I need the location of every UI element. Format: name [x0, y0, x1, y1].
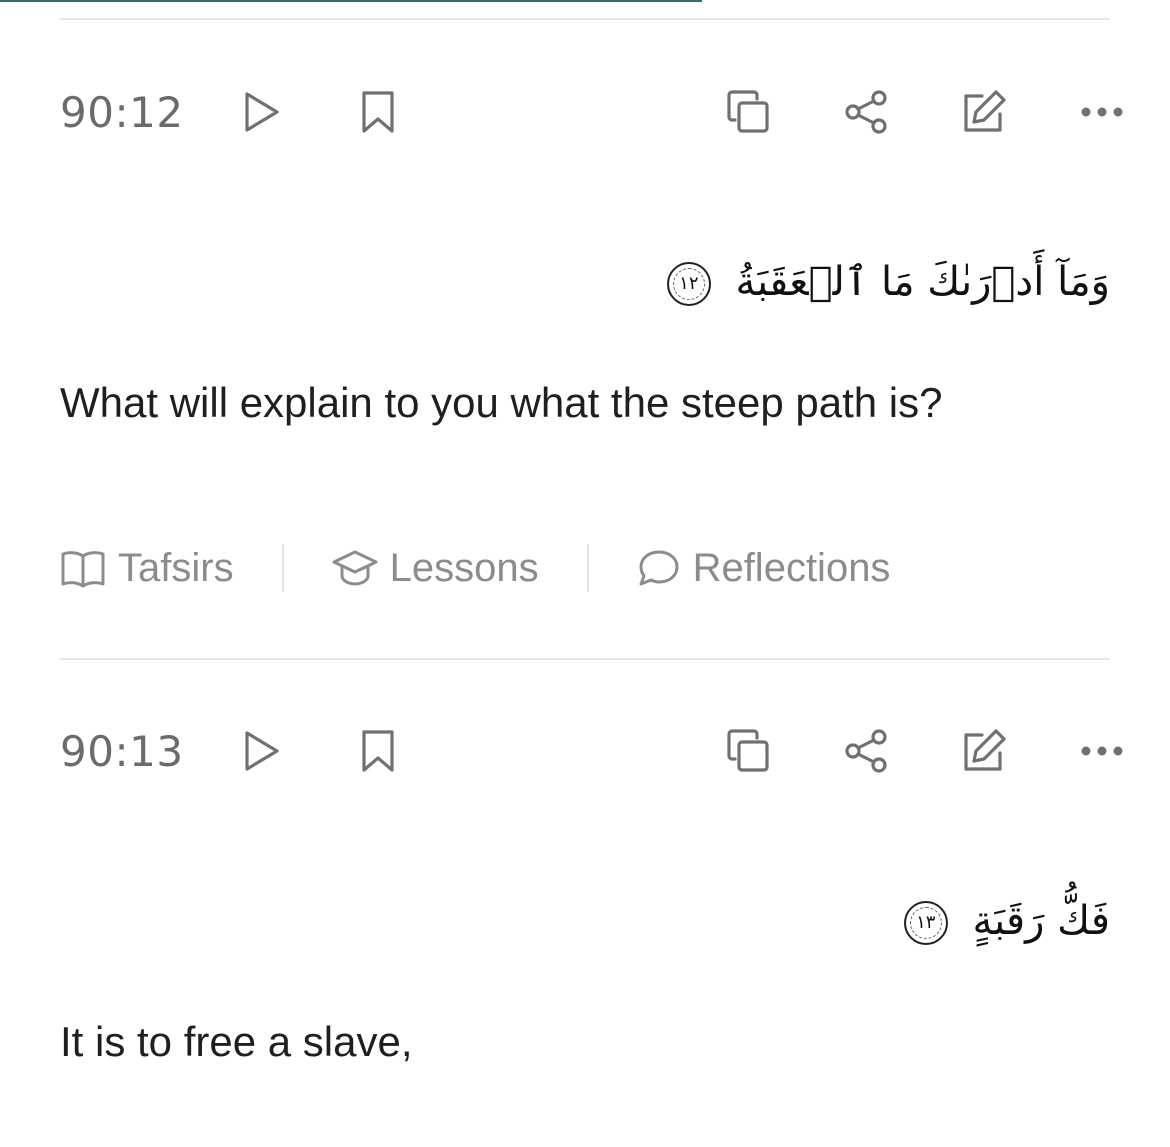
chat-bubble-icon [639, 550, 679, 586]
ayah-number-marker: ١٢ [666, 262, 711, 306]
verse-actions-row: 90:12 [60, 80, 1123, 144]
verse-translation: What will explain to you what the steep … [60, 379, 943, 426]
more-icon [1081, 107, 1123, 117]
reading-progress-bar [0, 0, 1170, 2]
edit-button[interactable] [952, 719, 1016, 783]
play-button[interactable] [230, 80, 294, 144]
more-icon [1081, 746, 1123, 756]
arabic-verse-text: وَمَآ أَدۡرَىٰكَ مَا ٱلۡعَقَبَةُ ١٢ [60, 262, 1110, 306]
arabic-text: فَكُّ رَقَبَةٍ [972, 898, 1111, 944]
copy-icon [727, 729, 769, 772]
more-options-button[interactable] [1070, 719, 1134, 783]
tab-separator [586, 544, 589, 593]
bookmark-button[interactable] [346, 80, 410, 144]
play-button[interactable] [230, 719, 294, 783]
verse-key[interactable]: 90:12 [60, 88, 210, 137]
copy-button[interactable] [716, 719, 780, 783]
graduation-cap-icon [332, 550, 378, 586]
verse-key[interactable]: 90:13 [60, 727, 210, 776]
share-icon [845, 90, 887, 134]
verse-card-90-13: 90:13 فَكُّ رَقَبَةٍ ١٣ It is to free a … [60, 719, 1123, 1067]
tab-lessons[interactable]: Lessons [332, 546, 539, 591]
share-icon [845, 729, 887, 773]
edit-icon [964, 90, 1006, 132]
arabic-text: وَمَآ أَدۡرَىٰكَ مَا ٱلۡعَقَبَةُ [735, 259, 1110, 305]
divider [60, 18, 1110, 20]
tab-separator [281, 544, 284, 593]
reading-progress-fill [0, 0, 702, 2]
play-icon [245, 92, 279, 132]
divider [60, 658, 1110, 660]
tab-label: Lessons [389, 545, 539, 590]
edit-icon [964, 729, 1006, 771]
share-button[interactable] [834, 719, 898, 783]
tab-tafsirs[interactable]: Tafsirs [60, 546, 234, 591]
verse-actions-row: 90:13 [60, 719, 1123, 783]
verse-card-90-12: 90:12 وَمَآ أَدۡرَىٰكَ مَا ٱلۡعَقَبَةُ ١… [60, 80, 1123, 598]
tab-reflections[interactable]: Reflections [637, 545, 891, 591]
bookmark-icon [362, 730, 394, 772]
book-icon [61, 551, 105, 588]
bookmark-icon [362, 91, 394, 133]
verse-translation: It is to free a slave, [60, 1018, 413, 1065]
copy-button[interactable] [716, 80, 780, 144]
more-options-button[interactable] [1070, 80, 1134, 144]
tab-label: Reflections [692, 545, 891, 590]
verse-resource-tabs: Tafsirs Lessons Reflections [60, 538, 1110, 598]
tab-label: Tafsirs [118, 545, 234, 590]
ayah-number-marker: ١٣ [903, 901, 948, 945]
edit-button[interactable] [952, 80, 1016, 144]
play-icon [245, 731, 279, 771]
copy-icon [727, 90, 769, 133]
share-button[interactable] [834, 80, 898, 144]
arabic-verse-text: فَكُّ رَقَبَةٍ ١٣ [60, 901, 1110, 945]
bookmark-button[interactable] [346, 719, 410, 783]
